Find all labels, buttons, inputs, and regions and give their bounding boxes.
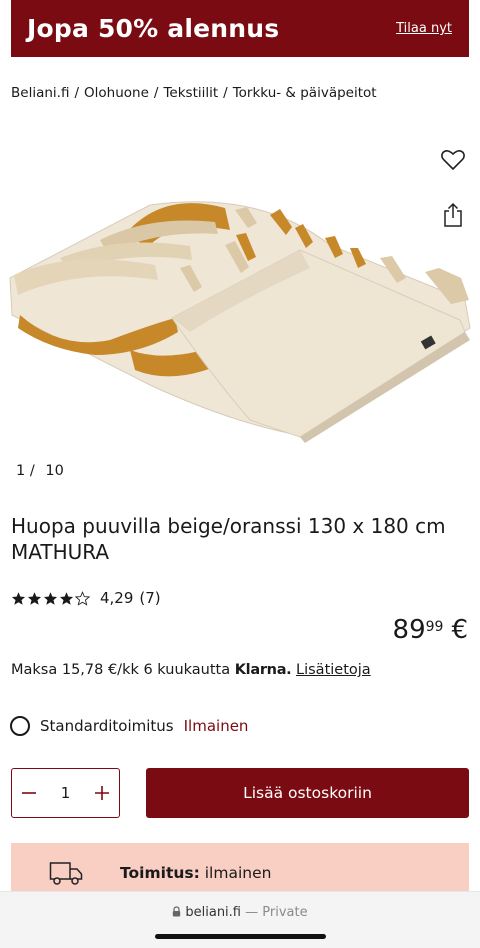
breadcrumb-separator: / (153, 85, 159, 101)
product-rating[interactable]: 4,29 (7) (11, 589, 161, 607)
klarna-logo: Klarna. (234, 662, 292, 678)
quantity-stepper[interactable]: 1 (11, 768, 120, 818)
breadcrumb-item-throws[interactable]: Torkku- & päiväpeitot (233, 85, 377, 101)
browser-address-bar[interactable]: beliani.fi — Private (0, 891, 480, 948)
lock-icon (173, 906, 181, 917)
heart-icon[interactable] (440, 148, 466, 172)
quantity-value[interactable]: 1 (61, 784, 71, 802)
star-full-icon (59, 591, 74, 605)
shipping-value: ilmainen (204, 864, 272, 882)
gallery-separator: / (29, 463, 35, 479)
share-icon[interactable] (442, 202, 464, 228)
product-title: Huopa puuvilla beige/oranssi 130 x 180 c… (11, 514, 446, 564)
url-display[interactable]: beliani.fi — Private (0, 905, 480, 920)
rating-value: 4,29 (100, 589, 134, 607)
star-full-icon (27, 591, 42, 605)
breadcrumb-separator: / (74, 85, 80, 101)
klarna-installment: Maksa 15,78 €/kk 6 kuukautta Klarna. Lis… (11, 662, 371, 678)
decrease-quantity-button[interactable] (18, 782, 40, 804)
private-mode-label: — Private (245, 905, 308, 920)
gallery-total: 10 (45, 463, 64, 479)
breadcrumb: Beliani.fi / Olohuone / Tekstiilit / Torkku- &… (11, 85, 377, 101)
review-count: (7) (139, 589, 161, 607)
klarna-more-info-link[interactable]: Lisätietoja (296, 662, 371, 678)
breadcrumb-item-living-room[interactable]: Olohuone (84, 85, 149, 101)
klarna-text: Maksa 15,78 €/kk 6 kuukautta (11, 662, 231, 678)
gallery-current: 1 (16, 463, 26, 479)
plus-icon (94, 786, 109, 800)
delivery-option-standard[interactable]: Standarditoimitus Ilmainen (10, 716, 248, 736)
promo-order-link[interactable]: Tilaa nyt (396, 21, 452, 36)
price-cents: 99 (425, 619, 444, 635)
delivery-price: Ilmainen (183, 717, 249, 735)
add-to-cart-button[interactable]: Lisää ostoskoriin (146, 768, 469, 818)
truck-icon (49, 862, 83, 885)
delivery-label: Standarditoimitus (40, 717, 174, 735)
delivery-radio[interactable] (10, 716, 30, 736)
star-full-icon (11, 591, 26, 605)
price-main: 89 (392, 615, 426, 645)
star-full-icon (43, 591, 58, 605)
shipping-text: Toimitus: ilmainen (120, 864, 271, 882)
home-indicator (155, 934, 326, 939)
breadcrumb-item-home[interactable]: Beliani.fi (11, 85, 69, 101)
minus-icon (22, 792, 36, 794)
promo-title: Jopa 50% alennus (27, 14, 280, 43)
shipping-label: Toimitus: (120, 864, 200, 882)
gallery-counter: 1 / 10 (16, 463, 64, 479)
breadcrumb-separator: / (223, 85, 228, 101)
star-rating (11, 590, 90, 606)
increase-quantity-button[interactable] (91, 782, 113, 804)
promo-banner[interactable]: Jopa 50% alennus Tilaa nyt (11, 0, 469, 57)
price-currency: € (451, 615, 468, 645)
breadcrumb-item-textiles[interactable]: Tekstiilit (163, 85, 218, 101)
product-image[interactable] (0, 150, 480, 450)
star-empty-icon (75, 590, 90, 606)
url-domain: beliani.fi (185, 905, 241, 920)
product-price: 89 99 € (393, 615, 468, 645)
